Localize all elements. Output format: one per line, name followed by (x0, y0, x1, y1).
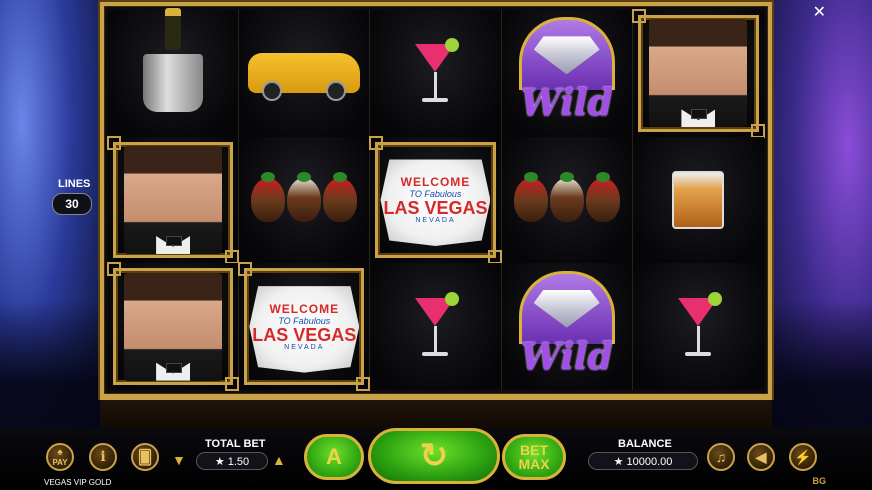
wild-label: Wild (520, 82, 613, 125)
sound-button[interactable]: ◀ (747, 443, 775, 471)
total-bet-label: TOTAL BET (205, 438, 266, 450)
balance-label: BALANCE (618, 438, 672, 450)
reel-2-row-2 (239, 136, 371, 264)
wild-label: Wild (520, 335, 613, 378)
paytable-label: PAY (52, 458, 68, 467)
vegas-las-text: LAS VEGAS (252, 325, 357, 346)
strawberries-icon (513, 171, 620, 222)
vegas-nevada-text: NEVADA (415, 217, 456, 225)
reel-1-row-2 (106, 135, 240, 264)
provider-badge: BG (812, 476, 827, 486)
music-button[interactable]: ♫ (707, 443, 735, 471)
paytable-button[interactable]: ♠ PAY (46, 443, 74, 471)
lightning-icon: ⚡ (794, 448, 812, 465)
wild-symbol: Wild (513, 270, 621, 383)
lines-label: LINES (58, 178, 91, 190)
spin-arrow-icon: ↻ (419, 437, 449, 475)
vegas-nevada-text: NEVADA (284, 344, 325, 352)
autoplay-icon: A (326, 444, 342, 469)
cards-button[interactable]: 🂠 (131, 443, 159, 471)
cocktail-icon (415, 291, 460, 356)
cocktail-icon (678, 291, 723, 356)
champagne-bucket-icon (143, 8, 204, 113)
bet-decrease-chevron-icon[interactable]: ▼ (172, 452, 186, 468)
reel-5-row-1 (631, 9, 766, 138)
vegas-sign-icon: WELCOME TO Fabulous LAS VEGAS NEVADA (380, 159, 491, 246)
turbo-button[interactable]: ⚡ (789, 443, 817, 471)
total-bet-value: ★ 1.50 (196, 452, 268, 470)
diamond-icon (518, 17, 615, 91)
paytable-icon: ♠ (57, 447, 63, 458)
reel-1-row-1 (108, 8, 240, 137)
info-button[interactable]: i (89, 443, 117, 471)
music-note-icon: ♫ (715, 449, 727, 465)
balance-value: ★ 10000.00 (588, 452, 698, 470)
diamond-icon (518, 270, 615, 344)
limousine-icon (248, 53, 361, 102)
reel-5-row-2 (632, 136, 764, 264)
reel-3-row-1 (370, 10, 502, 137)
cards-icon: 🂠 (137, 448, 153, 465)
reel-4-row-1: Wild (501, 10, 633, 137)
bet-max-button[interactable]: BET MAX (502, 434, 566, 480)
man-icon (124, 145, 223, 254)
whisky-icon (672, 170, 725, 229)
cocktail-icon (415, 38, 460, 103)
bet-max-label-bottom: MAX (518, 456, 550, 472)
wild-symbol: Wild (513, 17, 621, 129)
reel-grid: Wild WELCOME TO Fabulous LAS VEGAS NEVAD… (106, 8, 766, 391)
lines-value: 30 (52, 193, 92, 215)
reel-frame: Wild WELCOME TO Fabulous LAS VEGAS NEVAD… (100, 2, 772, 398)
spin-button[interactable]: ↻ (368, 428, 500, 484)
vegas-welcome-text: WELCOME (400, 175, 471, 190)
vegas-las-text: LAS VEGAS (383, 198, 488, 219)
reel-2-row-1 (239, 10, 371, 137)
vegas-welcome-text: WELCOME (269, 302, 340, 317)
info-icon: i (100, 449, 106, 465)
autoplay-button[interactable]: A (304, 434, 364, 480)
vegas-sign-icon: WELCOME TO Fabulous LAS VEGAS NEVADA (249, 286, 360, 373)
game-name: VEGAS VIP GOLD (44, 478, 112, 487)
man-icon (124, 272, 223, 381)
reel-5-row-3 (632, 263, 764, 390)
crowd-silhouette-right (762, 300, 872, 440)
reel-1-row-3 (106, 262, 240, 391)
reel-4-row-2 (501, 136, 633, 264)
crowd-silhouette-left (0, 300, 110, 440)
reel-2-row-3: WELCOME TO Fabulous LAS VEGAS NEVADA (238, 262, 371, 391)
close-icon[interactable]: ✕ (813, 2, 826, 22)
reel-4-row-3: Wild (501, 263, 633, 390)
speaker-icon: ◀ (755, 448, 767, 465)
bet-increase-chevron-icon[interactable]: ▲ (272, 452, 286, 468)
reel-base-strip (100, 398, 772, 430)
bet-max-label-top: BET (520, 442, 548, 458)
reel-3-row-3 (370, 263, 502, 390)
strawberries-icon (251, 171, 358, 222)
man-icon (649, 19, 748, 128)
reel-3-row-2: WELCOME TO Fabulous LAS VEGAS NEVADA (369, 135, 502, 264)
